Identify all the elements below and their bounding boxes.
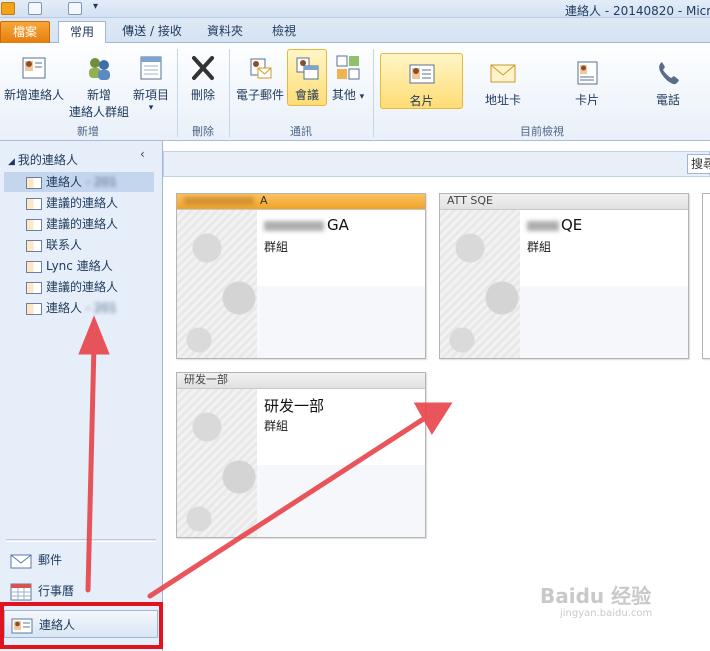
card-name: GA	[264, 216, 349, 234]
address-card-envelope-icon	[490, 64, 516, 83]
contact-folder-icon	[26, 302, 42, 315]
ribbon: 新增連絡人 新增 連絡人群組 新項目 ▾ 新增 刪除 刪除 電子郵件 會議 其他…	[0, 43, 710, 141]
watermark-url: jingyan.baidu.com	[560, 608, 653, 619]
search-bar: 搜尋	[163, 151, 710, 177]
new-items-icon	[140, 56, 162, 80]
card-placeholder-image	[177, 389, 257, 537]
contact-card-3-partial[interactable]	[702, 193, 710, 359]
phone-icon	[659, 62, 679, 85]
contact-card-icon	[22, 57, 46, 79]
view-phone[interactable]: 電話	[637, 58, 699, 108]
card-subtitle: 群組	[264, 240, 289, 254]
my-contacts-header[interactable]: ◢ 我的連絡人	[8, 151, 78, 168]
ribbon-tabs: 檔案 常用 傳送 / 接收 資料夾 檢視	[0, 18, 710, 44]
blurred-name	[184, 197, 254, 205]
email-button[interactable]: 電子郵件	[233, 53, 287, 103]
customize-quick-access-icon[interactable]: ▾	[93, 1, 98, 12]
mail-envelope-icon	[10, 554, 32, 568]
card-name: 研发一部	[264, 397, 325, 415]
nav-calendar-button[interactable]: 行事曆	[4, 577, 158, 605]
new-contact-button[interactable]: 新增連絡人	[3, 53, 65, 103]
card-lower-pane	[257, 286, 425, 358]
watermark-brand: Baidu 经验	[540, 584, 652, 608]
dropdown-arrow-icon: ▾	[148, 103, 154, 113]
nav-item-suggested-2[interactable]: 建議的連絡人	[4, 214, 154, 234]
tab-view[interactable]: 檢視	[260, 21, 308, 43]
tab-send-receive[interactable]: 傳送 / 接收	[113, 21, 191, 43]
undo-icon[interactable]	[68, 2, 82, 15]
highlight-box	[0, 602, 163, 649]
card-lower-pane	[520, 286, 688, 358]
view-address-card[interactable]: 地址卡	[472, 58, 534, 108]
nav-item-contacts-2[interactable]: 連絡人 - 201	[4, 298, 154, 318]
meeting-calendar-icon	[296, 57, 319, 80]
group-label-communicate: 通訊	[290, 125, 312, 138]
card-placeholder-image	[440, 210, 520, 358]
card-subtitle: 群組	[527, 240, 552, 254]
outlook-logo-icon	[1, 2, 15, 15]
window-title: 連絡人 - 20140820 - Micr	[565, 4, 710, 18]
card-header: 研发一部	[177, 373, 425, 389]
contact-folder-icon	[26, 260, 42, 273]
contact-folder-icon	[26, 176, 42, 189]
group-label-new: 新增	[77, 125, 99, 138]
contact-card-2[interactable]: ATT SQE QE 群組	[439, 193, 689, 359]
card-icon	[577, 61, 598, 85]
blurred-name	[527, 220, 559, 231]
new-items-button[interactable]: 新項目 ▾	[131, 53, 171, 113]
calendar-icon	[10, 583, 32, 600]
contact-card-4[interactable]: 研发一部 研发一部 群組	[176, 372, 426, 538]
card-header: ATT SQE	[440, 194, 688, 210]
title-bar: ▾ 連絡人 - 20140820 - Micr	[0, 0, 710, 18]
business-card-icon	[409, 64, 434, 84]
nav-item-contacts-1[interactable]: 連絡人 - 201	[4, 172, 154, 192]
card-placeholder-image	[177, 210, 257, 358]
delete-button[interactable]: 刪除	[183, 53, 223, 103]
blurred-name	[264, 220, 324, 231]
tab-file[interactable]: 檔案	[0, 21, 50, 43]
nav-splitter[interactable]	[6, 539, 156, 542]
delete-x-icon	[192, 56, 214, 80]
nav-item-suggested-1[interactable]: 建議的連絡人	[4, 193, 154, 213]
more-communicate-icon	[336, 55, 360, 80]
card-subtitle: 群組	[264, 419, 289, 433]
nav-item-suggested-3[interactable]: 建議的連絡人	[4, 277, 154, 297]
nav-item-lianxiren[interactable]: 联系人	[4, 235, 154, 255]
expand-triangle-icon: ◢	[8, 157, 15, 167]
card-lower-pane	[257, 465, 425, 537]
contact-folder-icon	[26, 218, 42, 231]
new-contact-group-button[interactable]: 新增 連絡人群組	[68, 53, 130, 120]
card-header: A	[177, 194, 425, 210]
contact-folder-icon	[26, 281, 42, 294]
contact-card-1[interactable]: A GA 群組	[176, 193, 426, 359]
contact-folder-icon	[26, 197, 42, 210]
navigation-pane: ‹ ◢ 我的連絡人 連絡人 - 201 建議的連絡人 建議的連絡人 联系人 Lyn…	[0, 141, 163, 651]
group-label-current-view: 目前檢視	[520, 125, 564, 138]
view-business-card[interactable]: 名片	[380, 53, 463, 109]
send-receive-icon[interactable]	[28, 2, 42, 15]
card-name: QE	[527, 216, 582, 234]
view-card[interactable]: 卡片	[556, 58, 618, 108]
collapse-pane-icon[interactable]: ‹	[140, 147, 145, 161]
nav-item-lync-contacts[interactable]: Lync 連絡人	[4, 256, 154, 276]
meeting-button[interactable]: 會議	[287, 49, 327, 106]
contact-folder-icon	[26, 239, 42, 252]
nav-mail-button[interactable]: 郵件	[4, 546, 158, 574]
contacts-view: 搜尋 A GA 群組 ATT SQE QE 群組 研发一部 研发一部 群組	[163, 141, 710, 651]
contact-group-icon	[89, 58, 110, 80]
tab-folder[interactable]: 資料夾	[198, 21, 252, 43]
more-button[interactable]: 其他 ▾	[331, 53, 365, 103]
dropdown-arrow-icon: ▾	[359, 92, 365, 102]
search-input[interactable]: 搜尋	[687, 154, 710, 174]
tab-home[interactable]: 常用	[58, 21, 106, 44]
group-label-delete: 刪除	[192, 125, 214, 138]
email-contact-icon	[250, 58, 272, 79]
